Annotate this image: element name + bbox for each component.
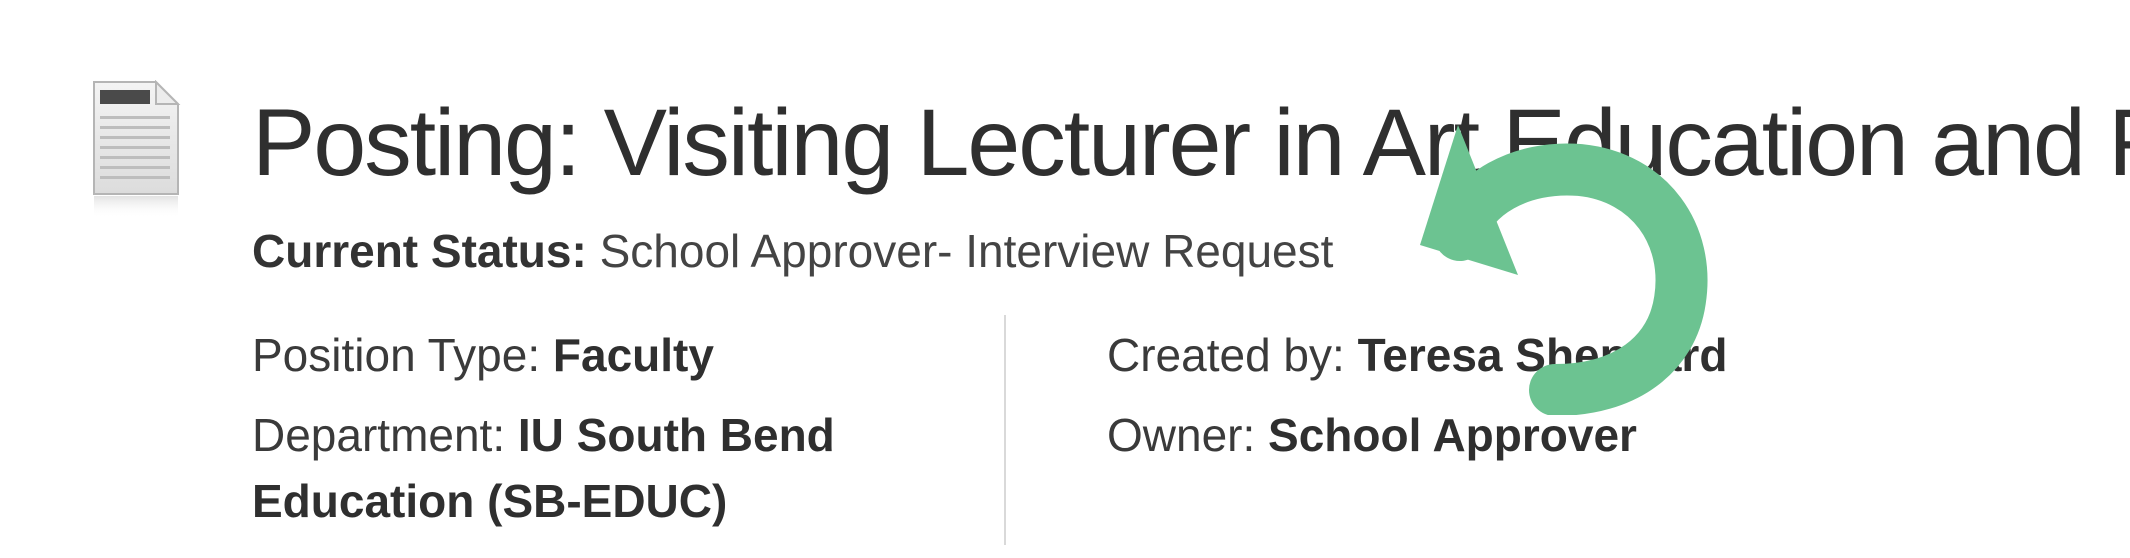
department-row-continued: Education (SB-EDUC)	[252, 468, 952, 534]
position-type-label: Position Type:	[252, 329, 541, 381]
current-status: Current Status: School Approver- Intervi…	[252, 222, 1333, 280]
details-left-column: Position Type: Faculty Department: IU So…	[252, 322, 952, 534]
page-title: Posting: Visiting Lecturer in Art Educat…	[252, 90, 2130, 196]
department-value-line2: Education (SB-EDUC)	[252, 475, 728, 527]
department-label: Department:	[252, 409, 506, 461]
department-value-line1: IU South Bend	[517, 409, 835, 461]
document-icon	[90, 79, 182, 222]
position-type-row: Position Type: Faculty	[252, 322, 952, 388]
status-label: Current Status:	[252, 225, 587, 277]
undo-arrow-icon[interactable]	[1390, 85, 1720, 416]
column-divider	[1004, 315, 1006, 545]
owner-label: Owner:	[1107, 409, 1256, 461]
status-value: School Approver- Interview Request	[599, 225, 1334, 277]
position-type-value: Faculty	[552, 329, 714, 381]
owner-value: School Approver	[1268, 409, 1637, 461]
created-by-label: Created by:	[1107, 329, 1345, 381]
department-row: Department: IU South Bend	[252, 402, 952, 468]
